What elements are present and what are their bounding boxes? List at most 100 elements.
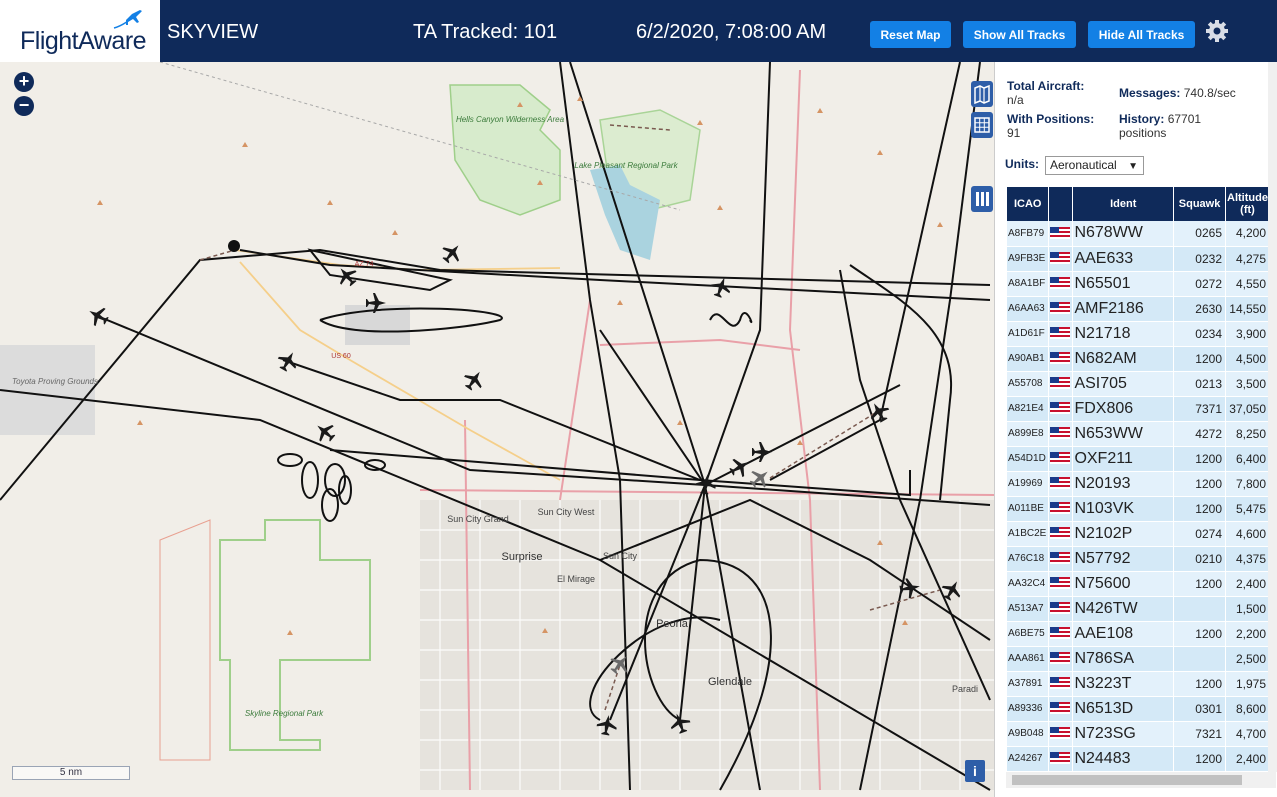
squawk-cell: 0232 — [1173, 246, 1226, 272]
table-row[interactable]: A6BE75 AAE108 1200 2,200 — [1007, 621, 1270, 647]
ident-cell: N21718 — [1072, 321, 1175, 347]
map-label-lake-pleasant: Lake Pleasant Regional Park — [574, 161, 678, 170]
table-row[interactable]: AAA861 N786SA 2,500 — [1007, 646, 1270, 672]
gear-icon[interactable] — [1204, 18, 1230, 44]
map-label-paradise: Paradi — [952, 684, 978, 694]
altitude-cell: 5,475 — [1225, 496, 1270, 522]
flightaware-logo[interactable]: FlightAware — [0, 0, 163, 62]
icao-cell: A6AA63 — [1007, 296, 1050, 322]
altitude-cell: 4,700 — [1225, 721, 1270, 747]
info-button[interactable]: i — [965, 760, 985, 782]
table-row[interactable]: A821E4 FDX806 7371 37,050 — [1007, 396, 1270, 422]
squawk-cell: 0301 — [1173, 696, 1226, 722]
flag-cell — [1048, 521, 1074, 547]
altitude-cell: 8,250 — [1225, 421, 1270, 447]
total-aircraft-label: Total Aircraft: — [1007, 79, 1085, 93]
grid-icon[interactable] — [971, 112, 993, 138]
map-canvas[interactable]: Hells Canyon Wilderness Area Lake Pleasa… — [0, 62, 994, 797]
table-row[interactable]: A37891 N3223T 1200 1,975 — [1007, 671, 1270, 697]
flag-cell — [1048, 646, 1074, 672]
altitude-cell: 6,400 — [1225, 446, 1270, 472]
messages-label: Messages: — [1119, 86, 1181, 100]
icao-cell: A1BC2E — [1007, 521, 1050, 547]
table-row[interactable]: A76C18 N57792 0210 4,375 — [1007, 546, 1270, 572]
us-flag-icon — [1050, 277, 1071, 290]
vertical-scrollbar[interactable] — [1268, 62, 1277, 772]
squawk-cell: 1200 — [1173, 746, 1226, 772]
flag-cell — [1048, 246, 1074, 272]
with-positions-value: 91 — [1007, 126, 1021, 140]
flag-cell — [1048, 746, 1074, 772]
us-flag-icon — [1050, 627, 1071, 640]
icao-cell: A8A1BF — [1007, 271, 1050, 297]
squawk-cell: 1200 — [1173, 346, 1226, 372]
column-header-ident[interactable]: Ident — [1072, 187, 1175, 221]
altitude-cell: 37,050 — [1225, 396, 1270, 422]
table-row[interactable]: A513A7 N426TW 1,500 — [1007, 596, 1270, 622]
history-count: History: 67701 positions — [1119, 112, 1219, 140]
horizontal-scroll-thumb[interactable] — [1012, 775, 1242, 785]
map-layers-icon[interactable] — [971, 81, 993, 107]
map-label-sun-city: Sun City — [603, 551, 638, 561]
table-row[interactable]: A9B048 N723SG 7321 4,700 — [1007, 721, 1270, 747]
table-row[interactable]: A24267 N24483 1200 2,400 — [1007, 746, 1270, 772]
reset-map-button[interactable]: Reset Map — [870, 21, 951, 48]
zoom-out-button[interactable]: − — [14, 96, 34, 116]
table-row[interactable]: A1BC2E N2102P 0274 4,600 — [1007, 521, 1270, 547]
altitude-cell: 4,550 — [1225, 271, 1270, 297]
table-row[interactable]: A90AB1 N682AM 1200 4,500 — [1007, 346, 1270, 372]
top-bar: FlightAware SKYVIEW TA Tracked: 101 6/2/… — [0, 0, 1277, 62]
column-header-flag[interactable] — [1048, 187, 1074, 221]
column-header-squawk[interactable]: Squawk — [1173, 187, 1226, 221]
table-row[interactable]: A899E8 N653WW 4272 8,250 — [1007, 421, 1270, 447]
table-row[interactable]: A9FB3E AAE633 0232 4,275 — [1007, 246, 1270, 272]
altitude-cell: 2,500 — [1225, 646, 1270, 672]
icao-cell: A821E4 — [1007, 396, 1050, 422]
table-row[interactable]: AA32C4 N75600 1200 2,400 — [1007, 571, 1270, 597]
ident-cell: N3223T — [1072, 671, 1175, 697]
icao-cell: A54D1D — [1007, 446, 1050, 472]
squawk-cell: 0213 — [1173, 371, 1226, 397]
squawk-cell — [1173, 646, 1226, 672]
ident-cell: AMF2186 — [1072, 296, 1175, 322]
hide-all-tracks-button[interactable]: Hide All Tracks — [1088, 21, 1195, 48]
table-row[interactable]: A011BE N103VK 1200 5,475 — [1007, 496, 1270, 522]
zoom-in-button[interactable]: + — [14, 72, 34, 92]
table-row[interactable]: A19969 N20193 1200 7,800 — [1007, 471, 1270, 497]
altitude-cell: 2,400 — [1225, 746, 1270, 772]
units-label: Units: — [1005, 157, 1039, 171]
table-row[interactable]: A89336 N6513D 0301 8,600 — [1007, 696, 1270, 722]
icao-cell: A8FB79 — [1007, 221, 1050, 247]
units-select[interactable]: Aeronautical — [1045, 156, 1144, 175]
icao-cell: AA32C4 — [1007, 571, 1050, 597]
ident-cell: N682AM — [1072, 346, 1175, 372]
squawk-cell — [1173, 596, 1226, 622]
map-label-sun-city-west: Sun City West — [538, 507, 595, 517]
us-flag-icon — [1050, 352, 1071, 365]
flag-cell — [1048, 596, 1074, 622]
squawk-cell: 1200 — [1173, 621, 1226, 647]
ident-cell: N786SA — [1072, 646, 1175, 672]
us-flag-icon — [1050, 327, 1071, 340]
table-row[interactable]: A6AA63 AMF2186 2630 14,550 — [1007, 296, 1270, 322]
us-flag-icon — [1050, 702, 1071, 715]
columns-icon[interactable] — [971, 186, 993, 212]
us-flag-icon — [1050, 477, 1071, 490]
us-flag-icon — [1050, 302, 1071, 315]
ident-cell: ASI705 — [1072, 371, 1175, 397]
column-header-altitude[interactable]: Altitude (ft) — [1225, 187, 1270, 221]
flag-cell — [1048, 721, 1074, 747]
aircraft-table: ICAO Ident Squawk Altitude (ft) A8FB79 N6… — [1007, 187, 1270, 772]
table-row[interactable]: A54D1D OXF211 1200 6,400 — [1007, 446, 1270, 472]
ident-cell: AAE633 — [1072, 246, 1175, 272]
table-row[interactable]: A55708 ASI705 0213 3,500 — [1007, 371, 1270, 397]
table-row[interactable]: A8FB79 N678WW 0265 4,200 — [1007, 221, 1270, 247]
table-row[interactable]: A8A1BF N65501 0272 4,550 — [1007, 271, 1270, 297]
aircraft-panel: Total Aircraft: n/a With Positions: 91 M… — [994, 62, 1277, 797]
flag-cell — [1048, 546, 1074, 572]
table-row[interactable]: A1D61F N21718 0234 3,900 — [1007, 321, 1270, 347]
altitude-cell: 2,200 — [1225, 621, 1270, 647]
map-view[interactable]: Hells Canyon Wilderness Area Lake Pleasa… — [0, 62, 994, 797]
show-all-tracks-button[interactable]: Show All Tracks — [963, 21, 1076, 48]
column-header-icao[interactable]: ICAO — [1007, 187, 1050, 221]
